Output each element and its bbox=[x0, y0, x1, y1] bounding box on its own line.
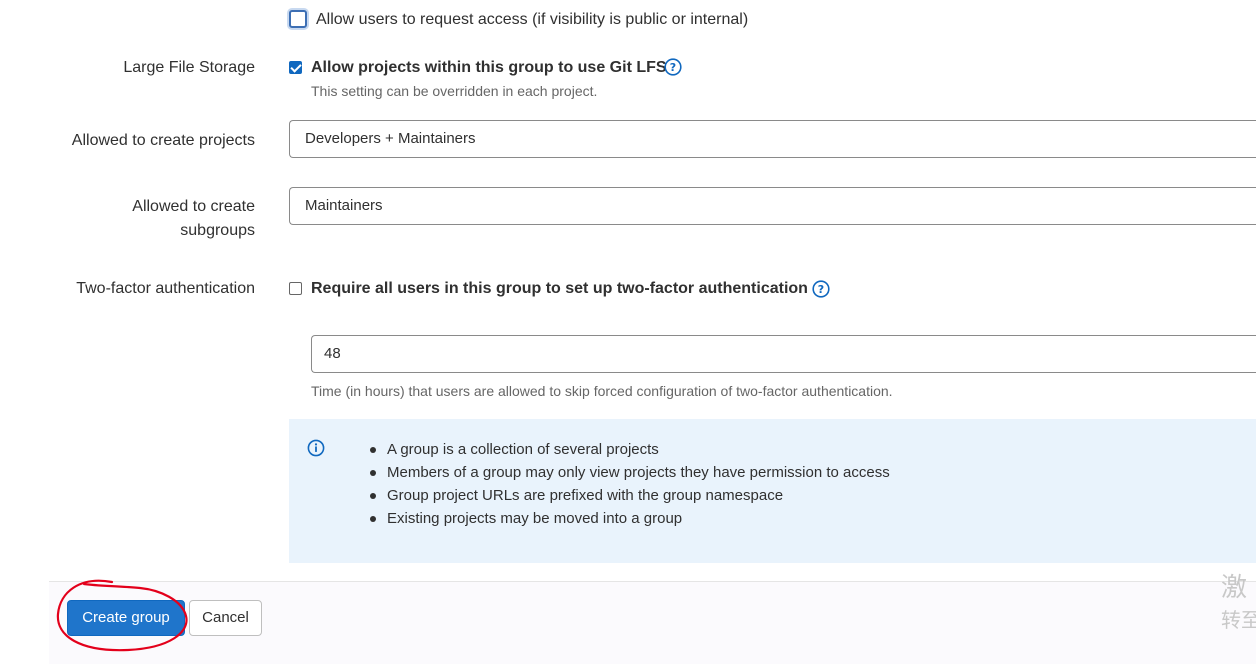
two-factor-help-icon[interactable]: ? bbox=[812, 280, 830, 298]
create-subgroups-label-line1: Allowed to create bbox=[132, 198, 255, 215]
request-access-label: Allow users to request access (if visibi… bbox=[316, 11, 749, 28]
info-item: A group is a collection of several proje… bbox=[370, 438, 890, 461]
lfs-help-icon[interactable]: ? bbox=[664, 58, 682, 76]
group-info-alert: A group is a collection of several proje… bbox=[289, 419, 1256, 563]
create-projects-select[interactable]: Developers + Maintainers bbox=[289, 120, 1256, 158]
info-icon bbox=[307, 439, 325, 457]
create-projects-label: Allowed to create projects bbox=[71, 132, 255, 149]
watermark-line2: 转至 bbox=[1221, 610, 1256, 632]
svg-text:?: ? bbox=[818, 283, 824, 296]
lfs-help-text: This setting can be overridden in each p… bbox=[311, 83, 598, 99]
info-list: A group is a collection of several proje… bbox=[370, 438, 890, 530]
svg-text:?: ? bbox=[670, 61, 676, 74]
create-subgroups-select[interactable]: Maintainers bbox=[289, 187, 1256, 225]
watermark-line1: 激 bbox=[1221, 572, 1248, 602]
request-access-checkbox[interactable] bbox=[289, 10, 307, 28]
info-item: Existing projects may be moved into a gr… bbox=[370, 507, 890, 530]
grace-period-help-text: Time (in hours) that users are allowed t… bbox=[311, 383, 893, 399]
two-factor-section-label: Two-factor authentication bbox=[76, 280, 255, 297]
lfs-checkbox-label: Allow projects within this group to use … bbox=[311, 59, 667, 76]
info-item: Group project URLs are prefixed with the… bbox=[370, 484, 890, 507]
lfs-checkbox[interactable] bbox=[289, 61, 302, 74]
two-factor-checkbox-label: Require all users in this group to set u… bbox=[311, 280, 808, 297]
two-factor-checkbox[interactable] bbox=[289, 282, 302, 295]
info-item: Members of a group may only view project… bbox=[370, 461, 890, 484]
grace-period-input[interactable]: 48 bbox=[311, 335, 1256, 373]
annotation-circle bbox=[56, 579, 188, 652]
create-subgroups-label-line2: subgroups bbox=[180, 222, 255, 239]
lfs-section-label: Large File Storage bbox=[123, 59, 255, 76]
